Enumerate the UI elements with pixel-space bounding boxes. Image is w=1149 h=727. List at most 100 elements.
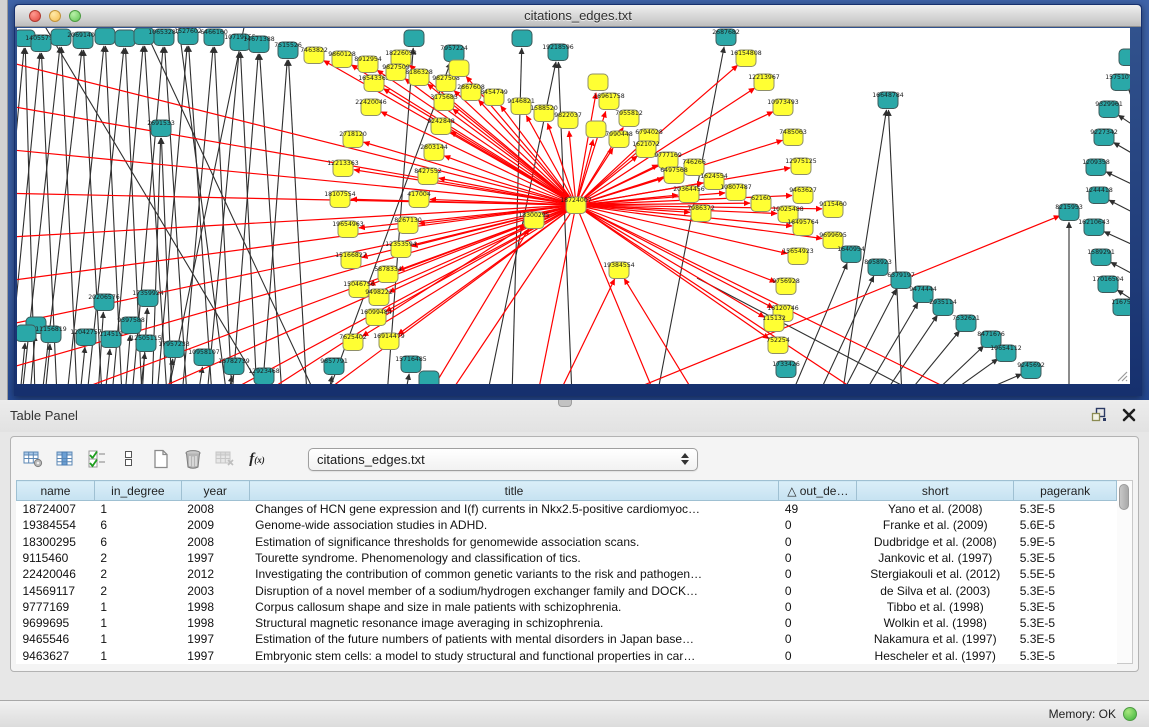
graph-node[interactable]: 2935114 [929,299,957,316]
graph-node[interactable]: 9822037 [554,112,582,129]
graph-node[interactable]: 15716485 [395,356,427,373]
graph-node[interactable]: 5878334 [374,266,402,283]
graph-node[interactable]: 7625402 [339,334,367,351]
close-panel-icon[interactable] [1121,407,1137,423]
graph-node[interactable]: 9860128 [328,51,356,68]
window-titlebar[interactable]: citations_edges.txt [15,5,1141,27]
graph-node[interactable]: 9329961 [1095,101,1123,118]
select-all-button[interactable] [84,446,110,472]
graph-node[interactable]: 12975125 [785,158,817,175]
graph-node[interactable]: 9827508 [432,75,460,92]
graph-node[interactable]: 752254 [766,337,790,354]
graph-node[interactable] [404,30,424,47]
graph-node[interactable]: 7532621 [952,315,980,332]
graph-node[interactable] [588,74,608,91]
graph-node[interactable]: 19384554 [603,262,635,279]
graph-node[interactable]: 16495764 [787,219,819,236]
graph-node[interactable]: 62160 [751,195,771,212]
graph-node[interactable]: 115132 [762,315,786,332]
column-header-out_de[interactable]: △ out_de… [779,481,857,501]
graph-node[interactable]: 1733426 [772,361,800,378]
graph-node[interactable]: 19218596 [542,44,574,61]
table-row[interactable]: 1872400712008Changes of HCN gene express… [17,501,1117,517]
graph-node[interactable]: 8912954 [354,56,382,73]
graph-node[interactable] [512,30,532,47]
graph-node[interactable] [419,371,439,384]
column-header-short[interactable]: short [857,481,1014,501]
graph-node[interactable]: 16154808 [730,50,762,67]
function-builder-button[interactable]: f(x) [244,446,270,472]
graph-node[interactable] [1119,49,1130,66]
column-header-name[interactable]: name [17,481,95,501]
graph-node[interactable]: 9397588 [117,317,145,334]
new-column-button[interactable] [148,446,174,472]
table-row[interactable]: 1938455462009Genome-wide association stu… [17,517,1117,533]
table-row[interactable]: 977716911998Corpus callosum shape and si… [17,599,1117,615]
graph-node[interactable]: 16648784 [872,92,904,109]
table-row[interactable]: 946554611997Estimation of the future num… [17,631,1117,647]
graph-node[interactable]: 9242848 [427,118,455,135]
float-panel-icon[interactable] [1091,407,1107,423]
graph-node[interactable]: 16210643 [1078,219,1110,236]
graph-node[interactable]: 6497568 [660,167,688,184]
column-header-pagerank[interactable]: pagerank [1014,481,1117,501]
table-scrollbar[interactable] [1117,480,1133,664]
graph-node[interactable]: 9115460 [819,201,847,218]
table-scrollbar-thumb[interactable] [1119,484,1129,510]
graph-node[interactable]: 10654112 [990,345,1022,362]
table-row[interactable]: 1456911722003Disruption of a novel membe… [17,582,1117,598]
graph-node[interactable]: 17016504 [1092,276,1124,293]
graph-node[interactable]: 7955812 [615,110,643,127]
graph-node[interactable]: 9245692 [1017,362,1045,379]
graph-node[interactable]: 114519 [99,331,123,348]
graph-node[interactable]: 7485063 [779,129,807,146]
graph-node[interactable]: 16914479 [373,333,405,350]
graph-node[interactable]: 11156819 [35,326,67,343]
graph-node[interactable]: 2687682 [712,29,740,46]
graph-node[interactable]: 12923468 [248,368,280,384]
graph-node[interactable]: 19654963 [332,221,364,238]
graph-node[interactable]: 3175685 [430,94,458,111]
graph-node[interactable]: 17957233 [158,341,190,358]
graph-node[interactable]: 8186328 [405,69,433,86]
graph-node[interactable] [586,121,606,138]
graph-node[interactable]: 20691406 [67,32,99,49]
graph-node[interactable]: 7463822 [300,47,328,64]
graph-node[interactable]: 1527602 [174,28,202,45]
graph-node[interactable]: 7957224 [440,45,468,62]
delete-columns-button[interactable] [180,446,206,472]
node-table[interactable]: namein_degreeyeartitle△ out_de…shortpage… [16,480,1117,664]
graph-node[interactable]: 8454749 [480,89,508,106]
delete-table-button[interactable] [212,446,238,472]
graph-node[interactable]: 116753 [1111,299,1130,316]
table-row[interactable]: 1830029562008Estimation of significance … [17,533,1117,549]
table-row[interactable]: 2242004622012Investigating the contribut… [17,566,1117,582]
graph-node[interactable]: 9463627 [789,187,817,204]
graph-node[interactable]: 2691533 [147,120,175,137]
table-row[interactable]: 969969511998Structural magnetic resonanc… [17,615,1117,631]
graph-node[interactable]: 9756928 [772,278,800,295]
graph-node[interactable]: 22420046 [355,99,387,116]
graph-node[interactable]: 7986372 [687,205,715,222]
graph-node[interactable]: 7515526 [274,42,302,59]
graph-node[interactable] [95,28,115,45]
window-resize-grip[interactable] [1114,368,1128,382]
graph-node[interactable]: 12213967 [748,74,780,91]
column-header-in_degree[interactable]: in_degree [94,481,181,501]
table-settings-button[interactable] [20,446,46,472]
table-selector-dropdown[interactable]: citations_edges.txt [308,448,698,471]
table-row[interactable]: 911546021997Tourette syndrome. Phenomeno… [17,550,1117,566]
graph-node[interactable] [115,30,135,47]
graph-node[interactable]: 12353594 [385,241,417,258]
graph-node[interactable]: 9498222 [365,289,393,306]
graph-node[interactable]: 15654923 [782,248,814,265]
graph-node[interactable]: 10973493 [767,99,799,116]
graph-node[interactable] [17,325,36,342]
graph-node[interactable]: 9227342 [1090,129,1118,146]
graph-node[interactable]: 12213363 [327,160,359,177]
graph-node[interactable] [449,60,469,77]
graph-node[interactable]: 2803144 [420,144,448,161]
graph-node[interactable]: 2718120 [339,131,367,148]
graph-node[interactable]: 16961758 [593,93,625,110]
graph-node[interactable]: 15751074 [1105,74,1130,91]
